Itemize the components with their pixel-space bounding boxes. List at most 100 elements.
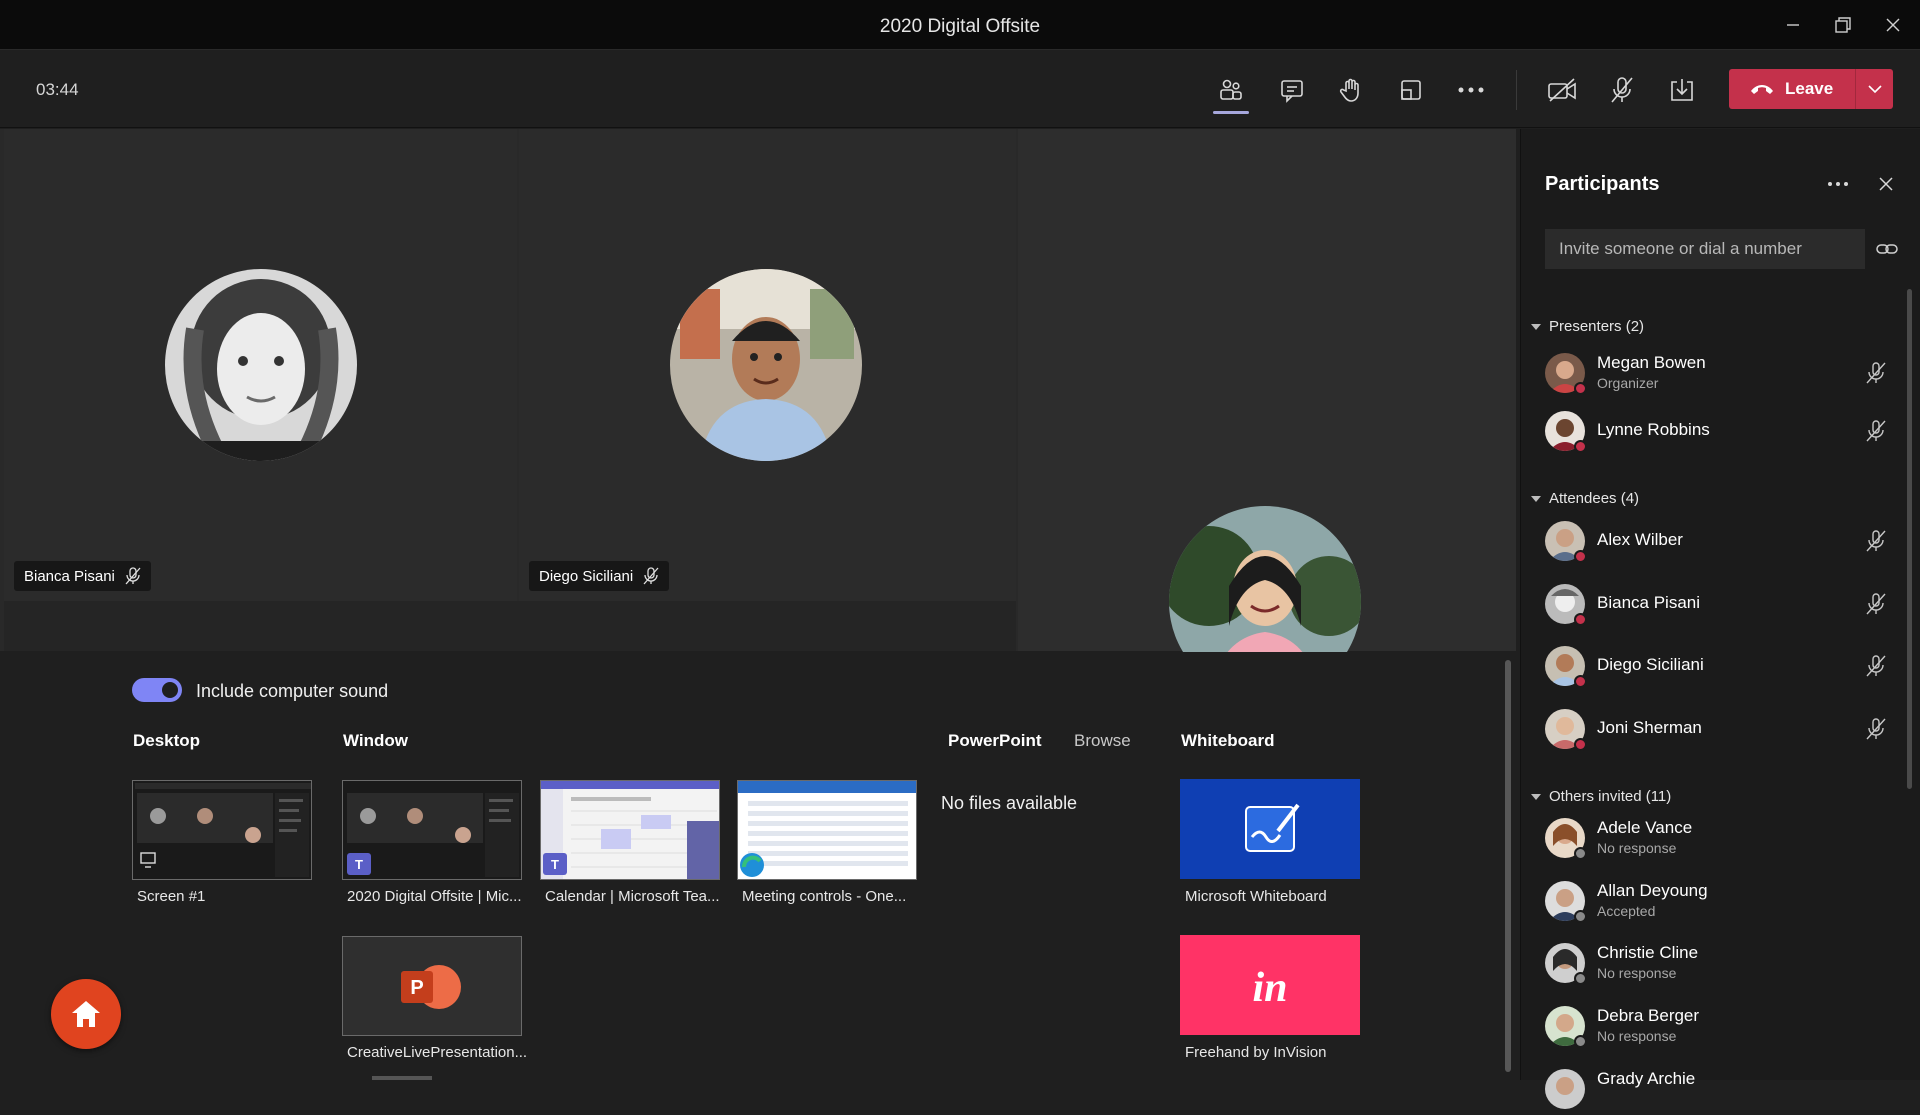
window-share-thumbnail[interactable] <box>737 780 917 880</box>
participant-row[interactable]: Bianca Pisani <box>1545 578 1887 630</box>
share-content-button[interactable] <box>1660 70 1704 110</box>
status-badge <box>1574 675 1587 688</box>
teams-meeting-window: 2020 Digital Offsite 03:44 Leave Bianca … <box>0 0 1920 1109</box>
mic-off-icon <box>1866 655 1886 677</box>
participants-more-button[interactable] <box>1821 169 1855 199</box>
window-share-thumbnail[interactable]: T <box>540 780 720 880</box>
camera-off-icon <box>1548 78 1576 102</box>
leave-main[interactable]: Leave <box>1729 69 1855 109</box>
microsoft-whiteboard-tile[interactable] <box>1180 779 1360 879</box>
participant-tile[interactable]: Bianca Pisani <box>4 129 517 601</box>
stage-strip <box>4 601 1016 651</box>
participant-row[interactable]: Joni Sherman <box>1545 703 1887 755</box>
participant-row[interactable]: Adele Vance No response <box>1545 812 1885 864</box>
no-files-message: No files available <box>941 793 1078 813</box>
panel-scrollbar[interactable] <box>1907 289 1912 789</box>
thumbnail-label: CreativeLivePresentation... <box>347 1044 528 1061</box>
mic-status <box>1865 717 1887 746</box>
participant-row[interactable]: Megan Bowen Organizer <box>1545 347 1887 399</box>
mic-off-icon <box>1866 593 1886 615</box>
screen-share-thumbnail[interactable] <box>132 780 312 880</box>
participant-name: Diego Siciliani <box>539 567 634 585</box>
status-badge <box>1574 550 1587 563</box>
avatar-photo <box>1545 1069 1585 1109</box>
rooms-button[interactable] <box>1389 70 1433 110</box>
others-invited-group-header[interactable]: Others invited (11) <box>1531 788 1671 805</box>
close-window-button[interactable] <box>1873 10 1913 40</box>
minimize-button[interactable] <box>1773 10 1813 40</box>
include-sound-label: Include computer sound <box>196 681 389 701</box>
browse-link[interactable]: Browse <box>1074 731 1131 751</box>
avatar-photo <box>165 269 357 461</box>
status-badge <box>1574 613 1587 626</box>
mic-toggle-button[interactable] <box>1600 70 1644 110</box>
participant-name: Christie Cline <box>1597 943 1699 962</box>
participant-row[interactable]: Alex Wilber <box>1545 515 1886 567</box>
camera-toggle-button[interactable] <box>1540 70 1584 110</box>
invite-input[interactable] <box>1545 229 1865 269</box>
tray-scroll-indicator <box>372 1076 432 1080</box>
presenters-group-header[interactable]: Presenters (2) <box>1531 318 1644 335</box>
home-button[interactable] <box>51 979 121 1049</box>
participant-row[interactable]: Debra Berger No response <box>1545 1000 1885 1052</box>
participant-name: Allan Deyoung <box>1597 881 1708 900</box>
participant-name-tag: Diego Siciliani <box>529 561 670 591</box>
mic-status <box>1865 592 1887 621</box>
rooms-icon <box>1401 80 1421 100</box>
show-conversation-button[interactable] <box>1270 70 1314 110</box>
people-icon <box>1220 79 1242 100</box>
more-actions-button[interactable] <box>1449 70 1493 110</box>
participant-row[interactable]: Lynne Robbins <box>1545 405 1887 457</box>
group-label: Presenters (2) <box>1549 318 1645 335</box>
window-share-thumbnail[interactable]: T <box>342 780 522 880</box>
participant-row[interactable]: Allan Deyoung Accepted <box>1545 875 1885 927</box>
window-share-thumbnail[interactable]: P <box>342 936 522 1036</box>
participant-tile[interactable]: Diego Siciliani <box>519 129 1016 601</box>
status-badge <box>1574 847 1587 860</box>
leave-options-button[interactable] <box>1856 84 1893 94</box>
participant-name: Lynne Robbins <box>1597 420 1710 439</box>
mic-status <box>1865 361 1887 390</box>
meeting-timer: 03:44 <box>36 80 79 99</box>
participant-row[interactable]: Grady Archie <box>1545 1063 1885 1115</box>
restore-button[interactable] <box>1823 10 1863 40</box>
raise-hand-button[interactable] <box>1329 70 1373 110</box>
invision-freehand-tile[interactable]: in <box>1180 935 1360 1035</box>
copy-join-link-button[interactable] <box>1871 233 1903 265</box>
collapse-triangle-icon <box>1531 495 1541 502</box>
meeting-toolbar: 03:44 Leave <box>0 50 1920 128</box>
status-badge <box>1574 440 1587 453</box>
home-icon <box>72 1001 100 1027</box>
desktop-heading: Desktop <box>133 731 201 750</box>
mic-off-icon <box>1611 77 1633 103</box>
raise-hand-icon <box>1339 78 1359 102</box>
attendees-group-header[interactable]: Attendees (4) <box>1531 490 1639 507</box>
thumbnail-label: 2020 Digital Offsite | Mic... <box>347 888 522 905</box>
participant-row[interactable]: Diego Siciliani <box>1545 640 1886 692</box>
participant-tile[interactable] <box>1018 129 1516 698</box>
mic-off-icon <box>643 567 659 585</box>
participant-name: Adele Vance <box>1597 818 1693 837</box>
window-heading: Window <box>343 731 408 750</box>
participant-status: No response <box>1597 1028 1677 1044</box>
edge-window-preview <box>738 781 916 879</box>
participant-name: Debra Berger <box>1597 1006 1700 1025</box>
share-tray: Include computer sound Desktop Window Po… <box>0 652 1516 1080</box>
participant-role: Organizer <box>1597 375 1659 391</box>
group-label: Attendees (4) <box>1549 490 1640 507</box>
include-sound-toggle[interactable] <box>132 678 182 702</box>
tray-scrollbar[interactable] <box>1505 660 1511 1072</box>
svg-text:T: T <box>551 857 559 872</box>
show-participants-button[interactable] <box>1209 70 1253 114</box>
participants-panel: Participants Presenters (2) Megan Bowen … <box>1520 129 1920 1109</box>
mic-status <box>1865 419 1887 448</box>
thumbnail-label: Meeting controls - One... <box>742 888 907 905</box>
leave-button[interactable]: Leave <box>1729 69 1893 109</box>
window-title: 2020 Digital Offsite <box>879 16 1041 37</box>
participant-status: No response <box>1597 965 1677 981</box>
status-badge <box>1574 910 1587 923</box>
participant-name: Diego Siciliani <box>1597 655 1704 674</box>
share-tray-icon <box>1671 79 1693 101</box>
close-panel-button[interactable] <box>1871 169 1901 199</box>
participant-row[interactable]: Christie Cline No response <box>1545 937 1885 989</box>
